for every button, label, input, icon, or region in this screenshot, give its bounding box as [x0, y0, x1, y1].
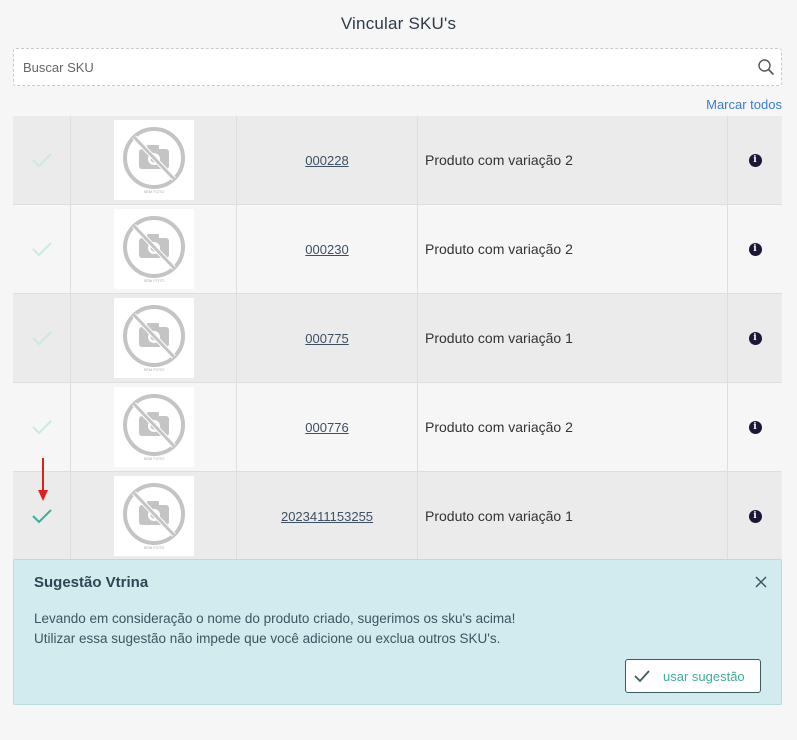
suggestion-message-line2: Utilizar essa sugestão não impede que vo…: [34, 631, 501, 646]
thumbnail-cell: SEM FOTO: [71, 472, 237, 560]
sku-code-cell: 2023411153255: [237, 472, 418, 560]
check-icon[interactable]: [31, 330, 53, 346]
thumbnail-cell: SEM FOTO: [71, 383, 237, 471]
red-arrow-indicator: [38, 458, 48, 501]
info-cell: i: [728, 383, 782, 471]
info-icon[interactable]: i: [748, 242, 762, 256]
sku-code-cell: 000775: [237, 294, 418, 382]
product-name: Produto com variação 1: [425, 508, 573, 524]
info-cell: i: [728, 294, 782, 382]
product-name-cell: Produto com variação 2: [418, 205, 728, 293]
search-icon[interactable]: [757, 58, 775, 76]
info-icon[interactable]: i: [748, 153, 762, 167]
search-input[interactable]: [14, 49, 744, 85]
row-select-cell[interactable]: [13, 116, 71, 204]
check-icon[interactable]: [31, 241, 53, 257]
check-icon: [634, 670, 650, 683]
check-icon[interactable]: [31, 152, 53, 168]
sku-code-cell: 000228: [237, 116, 418, 204]
row-select-cell[interactable]: [13, 205, 71, 293]
no-photo-label: SEM FOTO: [143, 545, 164, 550]
suggestion-title: Sugestão Vtrina: [34, 574, 149, 591]
use-suggestion-label: usar sugestão: [663, 668, 745, 684]
product-name: Produto com variação 2: [425, 419, 573, 435]
suggestion-panel: Sugestão Vtrina Levando em consideração …: [13, 559, 782, 705]
suggestion-message-line1: Levando em consideração o nome do produt…: [34, 611, 516, 626]
table-row: SEM FOTO 000775 Produto com variação 1 i: [13, 294, 782, 383]
sku-code-link[interactable]: 000228: [305, 153, 348, 168]
table-row: SEM FOTO 2023411153255 Produto com varia…: [13, 472, 782, 561]
no-photo-icon: SEM FOTO: [122, 483, 185, 550]
sku-code-link[interactable]: 2023411153255: [281, 509, 373, 524]
table-row: SEM FOTO 000230 Produto com variação 2 i: [13, 205, 782, 294]
sku-code-link[interactable]: 000230: [305, 242, 348, 257]
thumbnail-cell: SEM FOTO: [71, 294, 237, 382]
table-row: SEM FOTO 000228 Produto com variação 2 i: [13, 116, 782, 205]
mark-all-link[interactable]: Marcar todos: [706, 97, 782, 112]
product-name-cell: Produto com variação 1: [418, 472, 728, 560]
sku-table: SEM FOTO 000228 Produto com variação 2 i: [13, 116, 782, 561]
no-photo-icon: SEM FOTO: [122, 394, 185, 461]
sku-code-link[interactable]: 000775: [305, 331, 348, 346]
row-select-cell[interactable]: [13, 294, 71, 382]
no-photo-image: SEM FOTO: [113, 209, 194, 289]
info-icon[interactable]: i: [748, 420, 762, 434]
check-icon[interactable]: [31, 419, 53, 435]
thumbnail-cell: SEM FOTO: [71, 205, 237, 293]
no-photo-icon: SEM FOTO: [122, 305, 185, 372]
info-icon[interactable]: i: [748, 509, 762, 523]
no-photo-label: SEM FOTO: [143, 189, 164, 194]
info-cell: i: [728, 205, 782, 293]
product-name: Produto com variação 2: [425, 152, 573, 168]
no-photo-icon: SEM FOTO: [122, 216, 185, 283]
no-photo-image: SEM FOTO: [113, 298, 194, 378]
search-box: [13, 48, 782, 86]
use-suggestion-button[interactable]: usar sugestão: [625, 659, 761, 693]
check-icon[interactable]: [31, 508, 53, 524]
product-name-cell: Produto com variação 2: [418, 116, 728, 204]
product-name-cell: Produto com variação 2: [418, 383, 728, 471]
table-row: SEM FOTO 000776 Produto com variação 2 i: [13, 383, 782, 472]
no-photo-label: SEM FOTO: [143, 367, 164, 372]
sku-code-cell: 000776: [237, 383, 418, 471]
info-icon[interactable]: i: [748, 331, 762, 345]
close-icon[interactable]: [755, 576, 767, 588]
no-photo-image: SEM FOTO: [113, 476, 194, 556]
no-photo-image: SEM FOTO: [113, 387, 194, 467]
no-photo-image: SEM FOTO: [113, 120, 194, 200]
no-photo-label: SEM FOTO: [143, 278, 164, 283]
page-title: Vincular SKU's: [340, 14, 457, 33]
info-cell: i: [728, 116, 782, 204]
info-cell: i: [728, 472, 782, 560]
no-photo-icon: SEM FOTO: [122, 127, 185, 194]
sku-code-cell: 000230: [237, 205, 418, 293]
sku-code-link[interactable]: 000776: [305, 420, 348, 435]
product-name: Produto com variação 1: [425, 330, 573, 346]
product-name-cell: Produto com variação 1: [418, 294, 728, 382]
thumbnail-cell: SEM FOTO: [71, 116, 237, 204]
no-photo-label: SEM FOTO: [143, 456, 164, 461]
product-name: Produto com variação 2: [425, 241, 573, 257]
